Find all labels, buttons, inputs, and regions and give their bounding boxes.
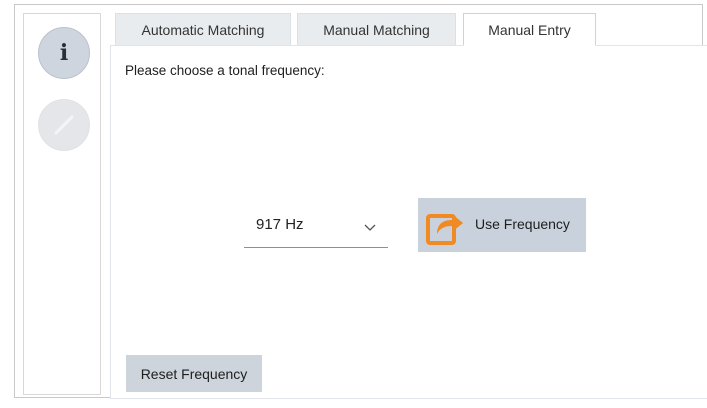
tab-label: Automatic Matching <box>141 21 265 38</box>
manual-entry-panel: Please choose a tonal frequency: 917 Hz … <box>110 45 707 399</box>
edit-button[interactable] <box>38 99 90 151</box>
frequency-value: 917 Hz <box>256 216 304 233</box>
tab-manual-matching[interactable]: Manual Matching <box>297 13 456 45</box>
info-button[interactable]: i <box>38 27 90 79</box>
reset-frequency-button[interactable]: Reset Frequency <box>126 355 262 392</box>
info-icon: i <box>59 40 69 66</box>
tab-manual-entry[interactable]: Manual Entry <box>463 13 596 46</box>
pencil-icon <box>54 115 74 135</box>
frequency-select[interactable]: 917 Hz <box>244 206 388 248</box>
tab-label: Manual Matching <box>323 21 430 38</box>
use-frequency-label: Use Frequency <box>475 216 570 232</box>
tab-label: Manual Entry <box>488 21 571 38</box>
side-rail: i <box>23 13 101 395</box>
share-arrow-icon <box>426 214 463 245</box>
tab-automatic-matching[interactable]: Automatic Matching <box>115 13 291 45</box>
frequency-prompt: Please choose a tonal frequency: <box>125 63 325 78</box>
window-frame: i Automatic Matching Manual Matching Man… <box>14 4 707 399</box>
reset-frequency-label: Reset Frequency <box>140 365 248 382</box>
chevron-down-icon <box>364 224 376 231</box>
use-frequency-button[interactable]: Use Frequency <box>418 198 586 252</box>
